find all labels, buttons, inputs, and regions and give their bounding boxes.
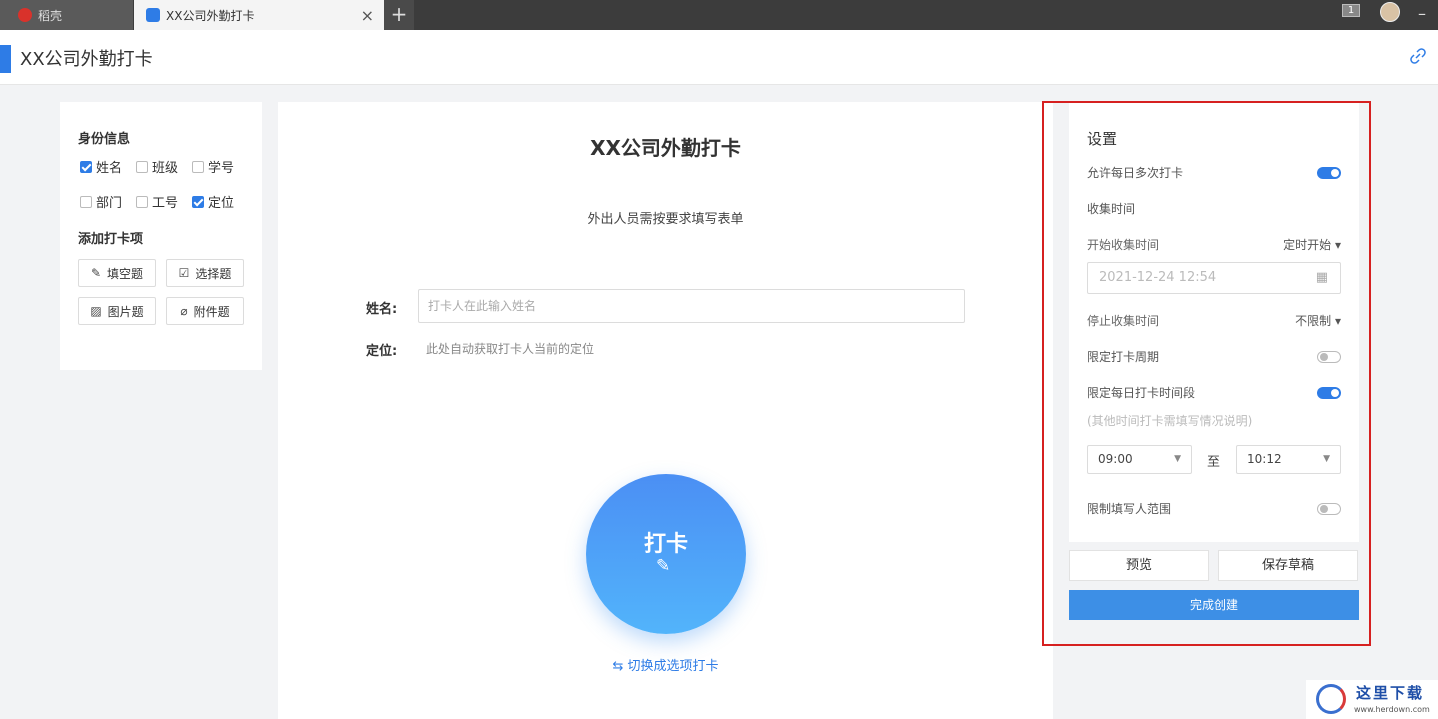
- field-checkbox-department[interactable]: 部门: [80, 192, 122, 211]
- name-input[interactable]: 打卡人在此输入姓名: [418, 289, 965, 323]
- add-attachment-button[interactable]: ⌀ 附件题: [166, 297, 244, 325]
- field-checkbox-name[interactable]: 姓名: [80, 157, 122, 176]
- punch-in-label: 打卡: [643, 532, 688, 557]
- watermark-title: 这里下载: [1356, 684, 1425, 702]
- add-image-button[interactable]: ▨ 图片题: [78, 297, 156, 325]
- switch-to-option-punch-link[interactable]: ⇆ 切换成选项打卡: [278, 655, 1053, 674]
- user-avatar[interactable]: [1380, 2, 1400, 22]
- punch-in-button[interactable]: 打卡 ✎: [586, 474, 746, 634]
- image-icon: ▨: [90, 304, 102, 318]
- field-checkbox-employee-id[interactable]: 工号: [136, 192, 178, 211]
- page-header: XX公司外勤打卡: [0, 30, 1438, 85]
- highlight-box: [1042, 101, 1371, 646]
- link-icon[interactable]: [1410, 48, 1426, 68]
- watermark-logo-icon: [1316, 684, 1346, 714]
- identity-section-title: 身份信息: [78, 132, 131, 147]
- field-checkbox-class[interactable]: 班级: [136, 157, 178, 176]
- location-hint-text: 此处自动获取打卡人当前的定位: [426, 342, 595, 356]
- paperclip-icon: ⌀: [180, 304, 188, 318]
- browser-tab-active[interactable]: XX公司外勤打卡 ×: [134, 0, 384, 30]
- field-checkbox-location[interactable]: 定位: [192, 192, 234, 211]
- watermark-url: www.herdown.com: [1354, 705, 1430, 714]
- add-fill-blank-button[interactable]: ✎ 填空题: [78, 259, 156, 287]
- checkbox-icon: [136, 195, 148, 208]
- switch-icon: ⇆: [612, 659, 624, 674]
- new-tab-button[interactable]: +: [384, 0, 414, 30]
- form-preview-panel: XX公司外勤打卡 外出人员需按要求填写表单 姓名: 打卡人在此输入姓名 定位: …: [278, 102, 1053, 719]
- form-app-icon: [146, 8, 160, 22]
- checkbox-icon: [136, 160, 148, 173]
- checkbox-icon: [80, 195, 92, 208]
- checkbox-checked-icon: [80, 160, 92, 173]
- window-count-badge[interactable]: 1: [1342, 4, 1360, 17]
- page-title: XX公司外勤打卡: [20, 49, 153, 70]
- add-choice-button[interactable]: ☑ 选择题: [166, 259, 244, 287]
- close-tab-icon[interactable]: ×: [361, 6, 374, 25]
- location-field-label: 定位:: [366, 344, 398, 359]
- field-options-panel: 身份信息 姓名 班级 学号 部门 工号 定位 添加打卡项 ✎ 填空题 ☑ 选择题 ▨…: [60, 102, 262, 370]
- checkbox-icon: ☑: [178, 266, 190, 280]
- app-logo-icon: [0, 45, 11, 73]
- tab-label: XX公司外勤打卡: [166, 8, 255, 23]
- tab-label: 稻壳: [38, 8, 63, 23]
- form-description[interactable]: 外出人员需按要求填写表单: [278, 208, 1053, 227]
- field-checkbox-student-id[interactable]: 学号: [192, 157, 234, 176]
- pencil-icon: ✎: [90, 266, 102, 280]
- checkbox-icon: [192, 160, 204, 173]
- daoke-logo-icon: [18, 8, 32, 22]
- form-title[interactable]: XX公司外勤打卡: [278, 132, 1053, 161]
- checkbox-checked-icon: [192, 195, 204, 208]
- add-item-section-title: 添加打卡项: [78, 232, 144, 247]
- minimize-button[interactable]: –: [1418, 4, 1426, 23]
- name-field-label: 姓名:: [366, 302, 398, 317]
- browser-tab-bar: 稻壳 XX公司外勤打卡 × + 1 –: [0, 0, 1438, 30]
- watermark: 这里下载 www.herdown.com: [1306, 680, 1438, 719]
- browser-tab-daoke[interactable]: 稻壳: [0, 0, 133, 30]
- edit-icon: ✎: [656, 556, 671, 576]
